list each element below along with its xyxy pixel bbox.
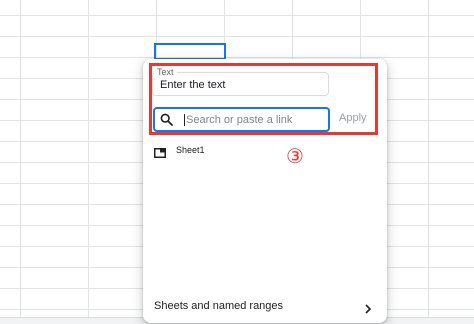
chevron-right-icon (364, 301, 372, 314)
annotation-step-number: ③ (286, 144, 304, 168)
active-cell[interactable] (154, 43, 226, 60)
sheet-item-sheet1[interactable]: Sheet1 (154, 145, 205, 158)
sheet-item-label: Sheet1 (176, 145, 205, 155)
sheet-tab-icon (154, 145, 166, 158)
sheets-and-named-ranges-item[interactable]: Sheets and named ranges (154, 299, 372, 314)
annotation-highlight-box (149, 63, 378, 135)
insert-link-dialog: Enter the text Text Apply Sheet1 ③ Sheet… (143, 59, 387, 323)
sheets-and-named-ranges-label: Sheets and named ranges (154, 300, 284, 312)
